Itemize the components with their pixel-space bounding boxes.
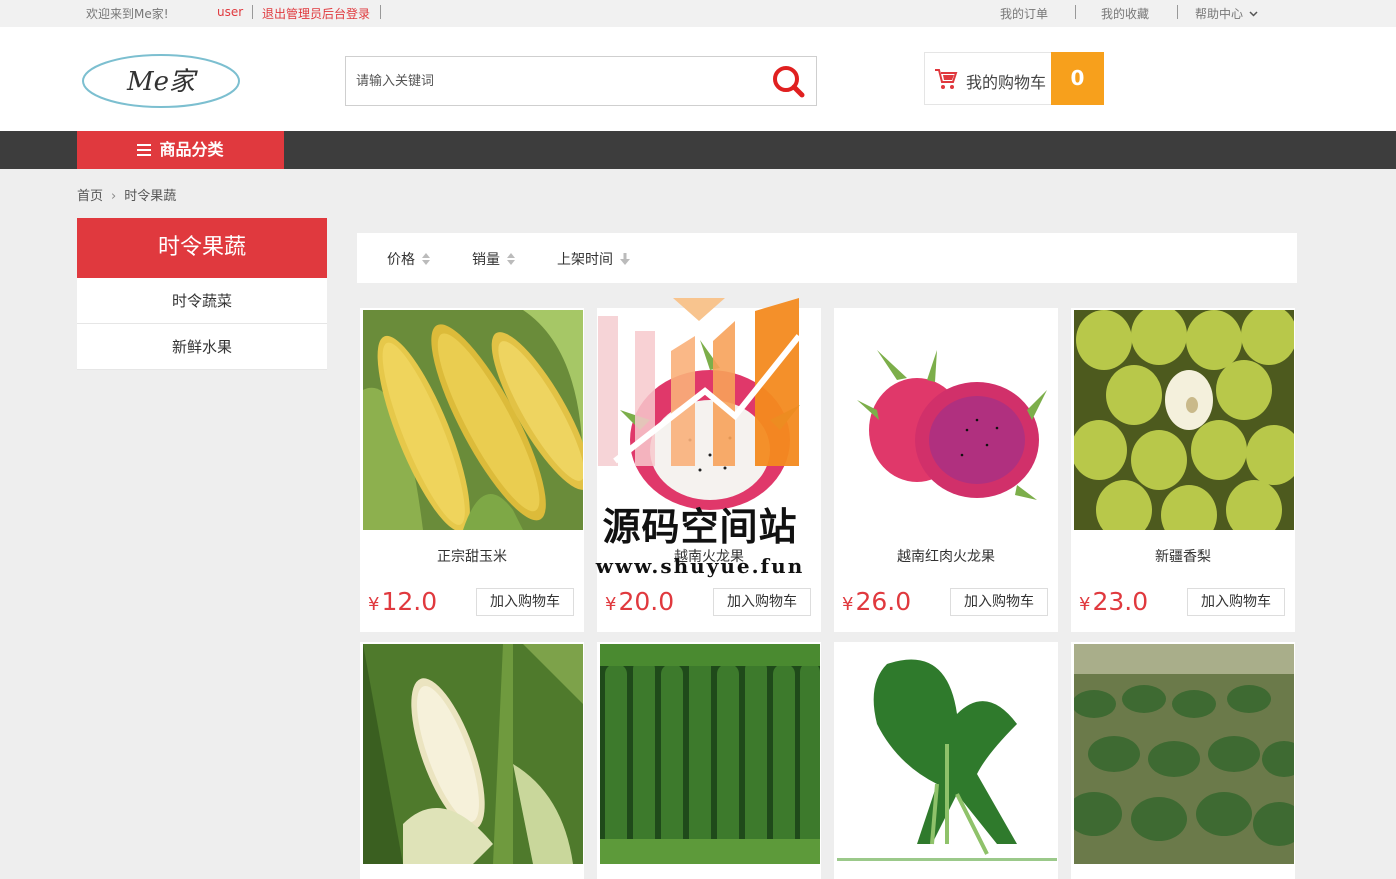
- product-price: ¥12.0: [368, 587, 437, 616]
- sort-updown-icon: [422, 253, 431, 265]
- search-icon: [773, 66, 805, 98]
- my-orders-link[interactable]: 我的订单: [1000, 5, 1048, 22]
- product-image-vegetable-field[interactable]: [1074, 644, 1294, 864]
- main-nav: 商品分类: [0, 131, 1396, 169]
- product-name[interactable]: 正宗甜玉米: [360, 546, 584, 566]
- product-card[interactable]: 新疆香梨 ¥23.0 加入购物车: [1071, 308, 1295, 632]
- divider: [1177, 5, 1178, 19]
- cart-label: 我的购物车: [966, 73, 1047, 92]
- search-input[interactable]: [356, 57, 756, 105]
- currency-symbol: ¥: [842, 594, 854, 615]
- product-name[interactable]: 新疆香梨: [1071, 546, 1295, 566]
- product-image-red-dragonfruit[interactable]: [837, 310, 1057, 530]
- add-to-cart-button[interactable]: 加入购物车: [1187, 588, 1285, 616]
- product-card[interactable]: 越南火龙果 ¥20.0 加入购物车: [597, 308, 821, 632]
- logout-admin-link[interactable]: 退出管理员后台登录: [262, 5, 370, 22]
- search-box: [345, 56, 817, 106]
- search-button[interactable]: [766, 61, 810, 101]
- sort-by-sales[interactable]: 销量: [472, 249, 516, 269]
- category-menu-label: 商品分类: [159, 140, 224, 159]
- divider: [1075, 5, 1076, 19]
- product-card[interactable]: 越南红肉火龙果 ¥26.0 加入购物车: [834, 308, 1058, 632]
- product-image-choy-sum[interactable]: [837, 644, 1057, 864]
- product-card[interactable]: [597, 642, 821, 879]
- shopping-cart-icon: [935, 69, 958, 89]
- category-menu-button[interactable]: 商品分类: [77, 131, 284, 169]
- welcome-text: 欢迎来到Me家!: [86, 7, 169, 21]
- divider: [252, 5, 253, 19]
- category-sidebar: 时令果蔬 时令蔬菜 新鲜水果: [77, 218, 327, 370]
- cart-count-badge: 0: [1051, 52, 1104, 105]
- product-image-white-corn[interactable]: [363, 644, 583, 864]
- currency-symbol: ¥: [1079, 594, 1091, 615]
- site-logo[interactable]: Me家: [81, 53, 241, 109]
- chevron-right-icon: ›: [111, 189, 117, 204]
- sort-by-time[interactable]: 上架时间: [557, 249, 631, 269]
- product-card[interactable]: 正宗甜玉米 ¥12.0 加入购物车: [360, 308, 584, 632]
- cart-button[interactable]: 我的购物车 0: [924, 52, 1104, 105]
- product-card[interactable]: [834, 642, 1058, 879]
- price-value: 23.0: [1092, 587, 1149, 616]
- product-image-cucumbers[interactable]: [600, 644, 820, 864]
- add-to-cart-button[interactable]: 加入购物车: [476, 588, 574, 616]
- chevron-down-icon: [1249, 11, 1258, 17]
- sort-price-label: 价格: [387, 252, 415, 268]
- price-value: 20.0: [618, 587, 675, 616]
- sort-time-label: 上架时间: [557, 252, 613, 268]
- add-to-cart-button[interactable]: 加入购物车: [950, 588, 1048, 616]
- product-name[interactable]: 越南红肉火龙果: [834, 546, 1058, 566]
- top-bar: 欢迎来到Me家! user 退出管理员后台登录 我的订单 我的收藏 帮助中心: [0, 0, 1396, 27]
- help-center-dropdown[interactable]: 帮助中心: [1195, 5, 1258, 22]
- my-favorites-link[interactable]: 我的收藏: [1101, 5, 1149, 22]
- logo-text: Me家: [126, 67, 198, 97]
- product-price: ¥23.0: [1079, 587, 1148, 616]
- product-card[interactable]: [360, 642, 584, 879]
- menu-icon: [137, 144, 152, 156]
- product-image-dragonfruit[interactable]: [600, 310, 820, 530]
- sort-by-price[interactable]: 价格: [387, 249, 431, 269]
- breadcrumb: 首页 › 时令果蔬: [77, 185, 176, 204]
- product-image-pears[interactable]: [1074, 310, 1294, 530]
- currency-symbol: ¥: [368, 594, 380, 615]
- username-link[interactable]: user: [217, 5, 243, 19]
- price-value: 26.0: [855, 587, 912, 616]
- arrow-down-icon: [620, 253, 631, 265]
- sidebar-item-seasonal-vegetables[interactable]: 时令蔬菜: [77, 278, 327, 324]
- sort-sales-label: 销量: [472, 252, 500, 268]
- sort-bar: 价格 销量 上架时间: [357, 233, 1297, 283]
- sidebar-title: 时令果蔬: [77, 218, 327, 278]
- breadcrumb-home[interactable]: 首页: [77, 189, 103, 204]
- product-price: ¥20.0: [605, 587, 674, 616]
- add-to-cart-button[interactable]: 加入购物车: [713, 588, 811, 616]
- header: Me家 我的购物车 0: [0, 27, 1396, 131]
- product-name[interactable]: 越南火龙果: [597, 546, 821, 566]
- price-value: 12.0: [381, 587, 438, 616]
- product-price: ¥26.0: [842, 587, 911, 616]
- breadcrumb-current: 时令果蔬: [124, 189, 177, 204]
- product-image-corn[interactable]: [363, 310, 583, 530]
- sidebar-item-fresh-fruit[interactable]: 新鲜水果: [77, 324, 327, 370]
- product-card[interactable]: [1071, 642, 1295, 879]
- sort-updown-icon: [507, 253, 516, 265]
- currency-symbol: ¥: [605, 594, 617, 615]
- divider: [380, 5, 381, 19]
- help-center-label: 帮助中心: [1195, 7, 1244, 21]
